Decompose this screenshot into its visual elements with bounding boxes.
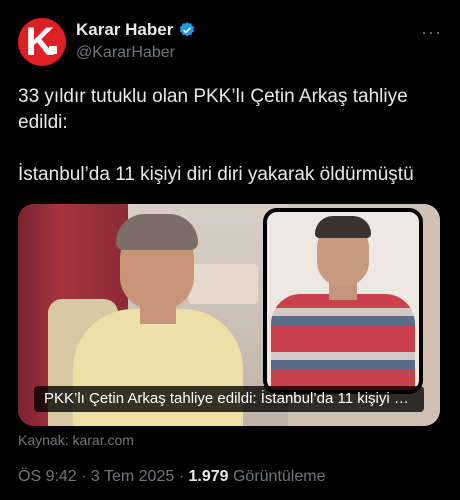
tweet-text-line1: 33 yıldır tutuklu olan PKK’lı Çetin Arka…	[18, 86, 408, 133]
tweet-date[interactable]: 3 Tem 2025	[91, 468, 174, 485]
views-label: Görüntüleme	[232, 468, 326, 485]
avatar-logo-dot	[49, 46, 57, 54]
handle[interactable]: @KararHaber	[76, 44, 196, 62]
meta-separator-2: ·	[174, 468, 189, 485]
tweet-time[interactable]: ÖS 9:42	[18, 468, 77, 485]
author-names: Karar Haber @KararHaber	[76, 20, 196, 62]
more-options-icon[interactable]: ···	[421, 22, 442, 43]
photo-person-hair	[116, 214, 198, 250]
card-caption[interactable]: PKK’lı Çetin Arkaş tahliye edildi: İstan…	[34, 386, 424, 412]
card-source[interactable]: Kaynak: karar.com	[18, 432, 134, 448]
tweet-header: K Karar Haber @KararHaber ···	[18, 18, 442, 68]
views-count: 1.979	[188, 468, 229, 485]
display-name[interactable]: Karar Haber	[76, 20, 173, 40]
photo-shelf	[188, 264, 258, 304]
inset-photo	[263, 208, 423, 394]
verified-badge-icon	[180, 22, 195, 37]
avatar-logo-letter: K	[25, 20, 55, 64]
inset-person-shirt	[271, 294, 415, 390]
meta-separator: ·	[76, 468, 91, 485]
avatar[interactable]: K	[18, 18, 66, 66]
tweet-meta: ÖS 9:42 · 3 Tem 2025 · 1.979 Görüntüleme	[18, 468, 325, 486]
display-name-row[interactable]: Karar Haber	[76, 20, 196, 40]
inset-person-hair	[315, 216, 371, 238]
tweet-text-line2: İstanbul’da 11 kişiyi diri diri yakarak …	[18, 164, 414, 185]
link-card[interactable]: PKK’lı Çetin Arkaş tahliye edildi: İstan…	[18, 204, 440, 426]
tweet-text: 33 yıldır tutuklu olan PKK’lı Çetin Arka…	[18, 84, 442, 188]
